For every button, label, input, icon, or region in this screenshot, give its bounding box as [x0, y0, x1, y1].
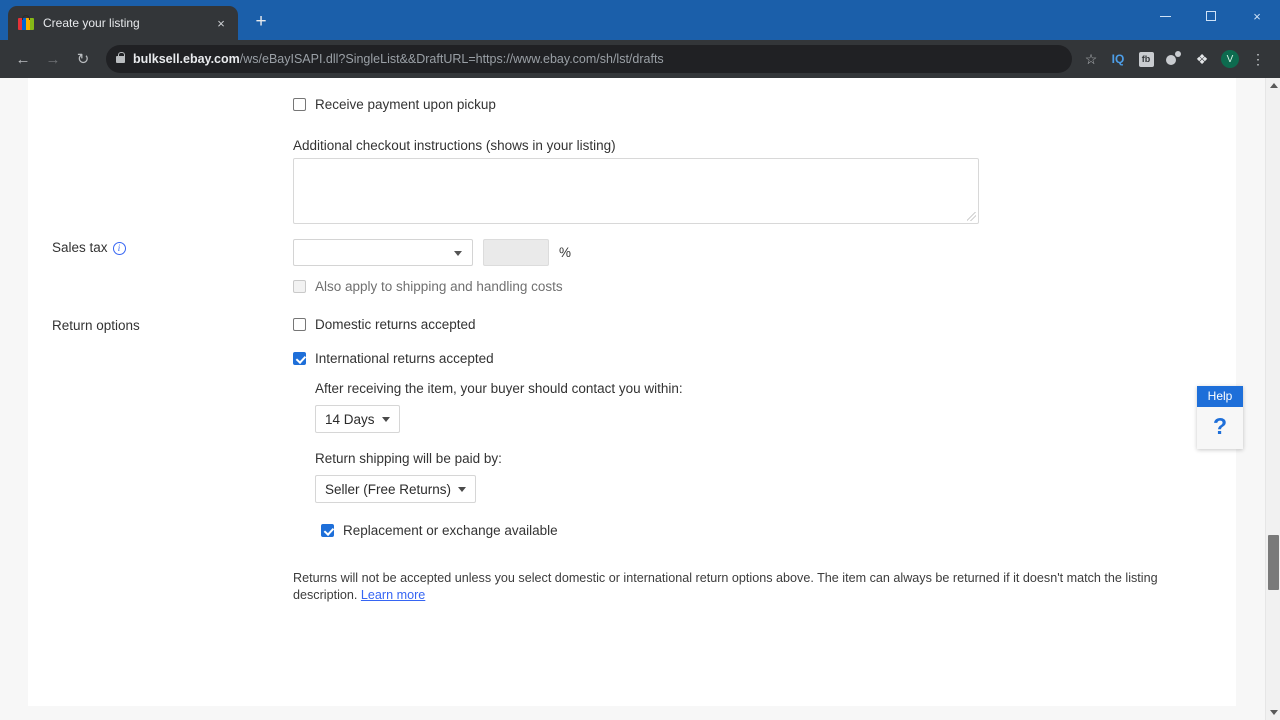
- puzzle-extensions-icon[interactable]: ❖: [1188, 46, 1216, 72]
- also-apply-shipping-row: Also apply to shipping and handling cost…: [293, 279, 571, 294]
- forward-icon: →: [45, 50, 61, 68]
- iq-extension-label: IQ: [1111, 52, 1125, 66]
- domestic-returns-checkbox[interactable]: [293, 318, 306, 331]
- address-bar[interactable]: bulksell.ebay.com/ws/eBayISAPI.dll?Singl…: [106, 45, 1072, 73]
- maximize-button[interactable]: [1188, 0, 1234, 32]
- replacement-exchange-checkbox[interactable]: [321, 524, 334, 537]
- avatar-initial: V: [1221, 50, 1239, 68]
- sales-tax-label-col: Sales tax i: [52, 239, 292, 256]
- sales-tax-label: Sales tax: [52, 240, 108, 255]
- also-apply-shipping-label: Also apply to shipping and handling cost…: [315, 279, 563, 294]
- browser-titlebar: Create your listing × + ×: [0, 0, 1280, 40]
- checkout-instructions-label-row: Additional checkout instructions (shows …: [293, 137, 616, 155]
- returns-disclaimer: Returns will not be accepted unless you …: [293, 570, 1218, 604]
- help-question-mark-icon[interactable]: ?: [1197, 407, 1243, 449]
- listing-form-page: American Express Receive payment upon pi…: [0, 78, 1265, 720]
- sales-tax-rate-input: [483, 239, 549, 266]
- chevron-down-icon: [454, 250, 462, 256]
- lock-icon: [116, 51, 125, 63]
- contact-within-select[interactable]: 14 Days: [315, 405, 400, 433]
- help-widget[interactable]: Help ?: [1197, 386, 1243, 449]
- replacement-exchange-row[interactable]: Replacement or exchange available: [321, 523, 1218, 538]
- scroll-up-icon[interactable]: [1266, 78, 1280, 93]
- returns-learn-more-link[interactable]: Learn more: [361, 588, 425, 602]
- scrollbar-thumb[interactable]: [1268, 535, 1279, 590]
- receive-payment-on-pickup-label: Receive payment upon pickup: [315, 97, 496, 112]
- address-bar-url: bulksell.ebay.com/ws/eBayISAPI.dll?Singl…: [133, 52, 664, 66]
- reload-icon[interactable]: ↻: [68, 44, 98, 74]
- checkout-instructions-label: Additional checkout instructions (shows …: [293, 138, 616, 153]
- international-returns-label: International returns accepted: [315, 351, 494, 366]
- contact-within-label: After receiving the item, your buyer sho…: [315, 381, 683, 396]
- help-widget-title: Help: [1197, 386, 1243, 407]
- receive-payment-on-pickup-row[interactable]: Receive payment upon pickup: [293, 97, 496, 112]
- page-viewport: American Express Receive payment upon pi…: [0, 78, 1280, 720]
- tab-title: Create your listing: [43, 16, 140, 30]
- new-tab-button[interactable]: +: [248, 8, 274, 34]
- profile-avatar[interactable]: V: [1216, 46, 1244, 72]
- international-returns-row[interactable]: International returns accepted: [293, 351, 1218, 366]
- tab-close-icon[interactable]: ×: [212, 14, 230, 32]
- return-options-label: Return options: [52, 318, 140, 333]
- contact-within-value: 14 Days: [325, 411, 375, 427]
- return-shipping-paid-by-label: Return shipping will be paid by:: [315, 451, 502, 466]
- percent-sign: %: [559, 245, 572, 260]
- fb-extension-icon[interactable]: fb: [1132, 46, 1160, 72]
- back-icon[interactable]: ←: [8, 44, 38, 74]
- bubbles-extension-icon[interactable]: [1160, 46, 1188, 72]
- fb-extension-label: fb: [1138, 51, 1154, 67]
- returns-card: American Express Receive payment upon pi…: [28, 78, 1236, 706]
- receive-payment-on-pickup-checkbox[interactable]: [293, 98, 306, 111]
- also-apply-shipping-checkbox: [293, 280, 306, 293]
- iq-extension-icon[interactable]: IQ: [1104, 46, 1132, 72]
- puzzle-glyph: ❖: [1195, 50, 1209, 67]
- scroll-down-icon[interactable]: [1266, 705, 1280, 720]
- close-window-button[interactable]: ×: [1234, 0, 1280, 32]
- browser-toolbar: ← → ↻ bulksell.ebay.com/ws/eBayISAPI.dll…: [0, 40, 1280, 78]
- watermark-letter-x: X: [105, 712, 161, 720]
- url-domain: bulksell.ebay.com: [133, 52, 240, 66]
- domestic-returns-row[interactable]: Domestic returns accepted: [293, 317, 1218, 332]
- return-shipping-paid-by-value: Seller (Free Returns): [325, 481, 452, 497]
- page-scrollbar[interactable]: [1265, 78, 1280, 720]
- bookmark-star-icon[interactable]: ☆: [1078, 46, 1104, 72]
- chevron-down-icon: [381, 416, 390, 422]
- return-shipping-paid-by-select[interactable]: Seller (Free Returns): [315, 475, 477, 503]
- checkout-instructions-field[interactable]: [293, 158, 979, 224]
- url-path: /ws/eBayISAPI.dll?SingleList&&DraftURL=h…: [239, 52, 664, 66]
- browser-tab[interactable]: Create your listing ×: [8, 6, 238, 40]
- international-returns-checkbox[interactable]: [293, 352, 306, 365]
- chevron-down-icon: [458, 486, 467, 492]
- browser-window: Create your listing × + × ← → ↻ bulksell…: [0, 0, 1280, 720]
- sales-tax-state-select[interactable]: [293, 239, 473, 266]
- watermark: MX: [38, 716, 160, 720]
- replacement-exchange-label: Replacement or exchange available: [343, 523, 558, 538]
- watermark-letter-m: M: [38, 712, 105, 720]
- checkout-instructions-textarea[interactable]: [293, 158, 979, 224]
- ebay-bag-icon: [18, 15, 34, 31]
- window-controls: ×: [1142, 0, 1280, 40]
- info-icon[interactable]: i: [112, 242, 126, 255]
- browser-menu-icon[interactable]: ⋮: [1244, 46, 1272, 72]
- minimize-button[interactable]: [1142, 0, 1188, 32]
- domestic-returns-label: Domestic returns accepted: [315, 317, 476, 332]
- international-returns-details: After receiving the item, your buyer sho…: [315, 381, 1218, 538]
